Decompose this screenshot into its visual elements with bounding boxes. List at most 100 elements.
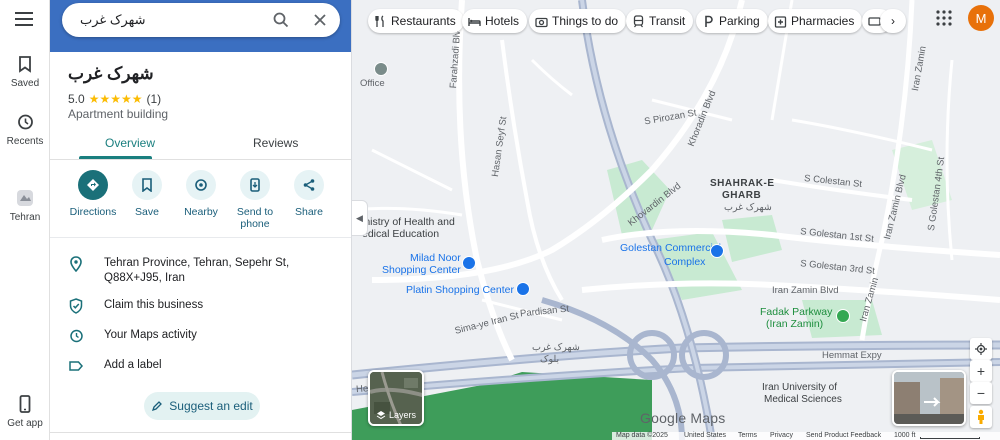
tab-reviews[interactable]: Reviews: [253, 136, 298, 150]
chevron-right-icon: ›: [891, 14, 895, 28]
layers-icon: [376, 411, 386, 420]
terms-link[interactable]: Terms: [738, 432, 757, 439]
park-marker-icon[interactable]: [836, 309, 850, 323]
google-maps-logo: Google Maps: [640, 410, 726, 426]
chip-label: Hotels: [485, 14, 520, 28]
chip-label: Restaurants: [391, 14, 456, 28]
suggest-edit-label: Suggest an edit: [169, 399, 253, 413]
rail-tehran-label: Tehran: [9, 212, 41, 223]
claim-business-text: Claim this business: [104, 299, 204, 311]
history-icon: [70, 329, 83, 343]
minus-icon: −: [976, 385, 986, 401]
rating-row: 5.0 ★★★★★ (1): [68, 92, 161, 106]
layers-button[interactable]: Layers: [368, 370, 424, 426]
tab-overview[interactable]: Overview: [105, 136, 155, 150]
poi-label[interactable]: Shopping Center: [382, 264, 461, 276]
map-label: Office: [360, 78, 385, 89]
apps-grid-icon[interactable]: [936, 10, 952, 26]
chip-things-to-do[interactable]: Things to do: [529, 9, 627, 33]
zoom-out-button[interactable]: −: [970, 382, 992, 404]
share-icon: [303, 179, 315, 191]
parking-icon: [705, 15, 713, 27]
search-icon[interactable]: [272, 11, 290, 29]
maps-activity-row[interactable]: Your Maps activity: [68, 328, 338, 344]
claim-business-row[interactable]: Claim this business: [68, 298, 338, 314]
country-link[interactable]: United States: [684, 432, 726, 439]
share-button[interactable]: Share: [279, 170, 339, 218]
shopping-marker-icon[interactable]: [710, 244, 724, 258]
pegman-button[interactable]: [970, 406, 992, 428]
bookmark-icon: [142, 178, 152, 192]
search-box[interactable]: شهرک غرب: [62, 3, 340, 37]
train-icon: [633, 14, 644, 27]
rail-get-app[interactable]: Get app: [0, 394, 50, 429]
rail-saved[interactable]: Saved: [0, 54, 50, 89]
area-label: شهرک غرب: [724, 202, 772, 213]
tabs: Overview Reviews: [50, 128, 351, 160]
rail-get-app-label: Get app: [7, 418, 43, 429]
plus-icon: +: [976, 363, 986, 379]
review-count[interactable]: (1): [146, 92, 161, 106]
add-label-text: Add a label: [104, 359, 162, 371]
add-label-row[interactable]: Add a label: [68, 358, 338, 374]
shopping-marker-icon[interactable]: [516, 282, 530, 296]
camera-icon: [535, 17, 548, 27]
directions-button[interactable]: Directions: [63, 170, 123, 218]
left-rail: Saved Recents Tehran Get app: [0, 0, 50, 440]
rail-recents[interactable]: Recents: [0, 112, 50, 147]
chip-label: Pharmacies: [791, 14, 855, 28]
bookmark-icon: [19, 56, 31, 73]
divider: [50, 237, 351, 238]
avatar[interactable]: M: [968, 5, 994, 31]
poi-label[interactable]: Platin Shopping Center: [406, 284, 514, 296]
location-pin-icon: [70, 256, 82, 272]
rail-tehran[interactable]: Tehran: [0, 188, 50, 223]
menu-icon[interactable]: [15, 12, 33, 28]
send-to-phone-button[interactable]: Send to phone: [225, 170, 285, 230]
poi-label[interactable]: Golestan Commercial: [620, 242, 721, 254]
rating-value: 5.0: [68, 92, 85, 106]
nearby-button[interactable]: Nearby: [171, 170, 231, 218]
map-data-text: Map data ©2025: [616, 432, 668, 439]
fork-knife-icon: [375, 14, 384, 27]
suggest-edit-button[interactable]: Suggest an edit: [144, 392, 260, 420]
map-label: بلوک: [540, 354, 560, 365]
map-label: Hemmat Expy: [822, 350, 882, 361]
search-input[interactable]: شهرک غرب: [80, 12, 146, 28]
place-title: شهرک غرب: [68, 64, 154, 83]
place-panel: شهرک غرب شهرک غرب 5.0 ★★★★★ (1) Apartmen…: [50, 0, 352, 440]
chips-next-button[interactable]: ›: [880, 9, 906, 33]
star-rating-icon: ★★★★★: [88, 92, 143, 106]
address-row[interactable]: Tehran Province, Tehran, Sepehr St, Q88X…: [68, 256, 338, 288]
poi-label[interactable]: Milad Noor: [410, 252, 461, 264]
scale-label[interactable]: 1000 ft: [894, 432, 915, 439]
rail-saved-label: Saved: [10, 78, 40, 89]
chip-transit[interactable]: Transit: [626, 9, 694, 33]
map-label: inistry of Health and: [362, 216, 455, 228]
zoom-in-button[interactable]: +: [970, 360, 992, 382]
chip-hotels[interactable]: Hotels: [462, 9, 528, 33]
my-location-icon: [975, 343, 987, 355]
place-category[interactable]: Apartment building: [68, 107, 168, 121]
privacy-link[interactable]: Privacy: [770, 432, 793, 439]
chip-label: Things to do: [552, 14, 619, 28]
chip-parking[interactable]: Parking: [696, 9, 768, 33]
place-thumbnail-icon: [17, 190, 33, 206]
bed-icon: [468, 17, 481, 26]
chip-restaurants[interactable]: Restaurants: [368, 9, 464, 33]
my-location-button[interactable]: [970, 338, 992, 360]
poi-label[interactable]: (Iran Zamin): [766, 318, 823, 330]
save-button[interactable]: Save: [117, 170, 177, 218]
collapse-panel-button[interactable]: ◀: [352, 200, 368, 236]
chip-pharmacies[interactable]: Pharmacies: [768, 9, 863, 33]
poi-label[interactable]: Complex: [664, 256, 705, 268]
poi-marker[interactable]: [374, 62, 388, 76]
poi-label[interactable]: Fadak Parkway: [760, 306, 832, 318]
close-icon[interactable]: [311, 11, 329, 29]
feedback-link[interactable]: Send Product Feedback: [806, 432, 881, 439]
history-icon: [18, 114, 33, 130]
nearby-icon: [195, 179, 207, 191]
shopping-marker-icon[interactable]: [462, 256, 476, 270]
street-view-preview[interactable]: [892, 370, 966, 426]
directions-icon: [87, 179, 99, 191]
